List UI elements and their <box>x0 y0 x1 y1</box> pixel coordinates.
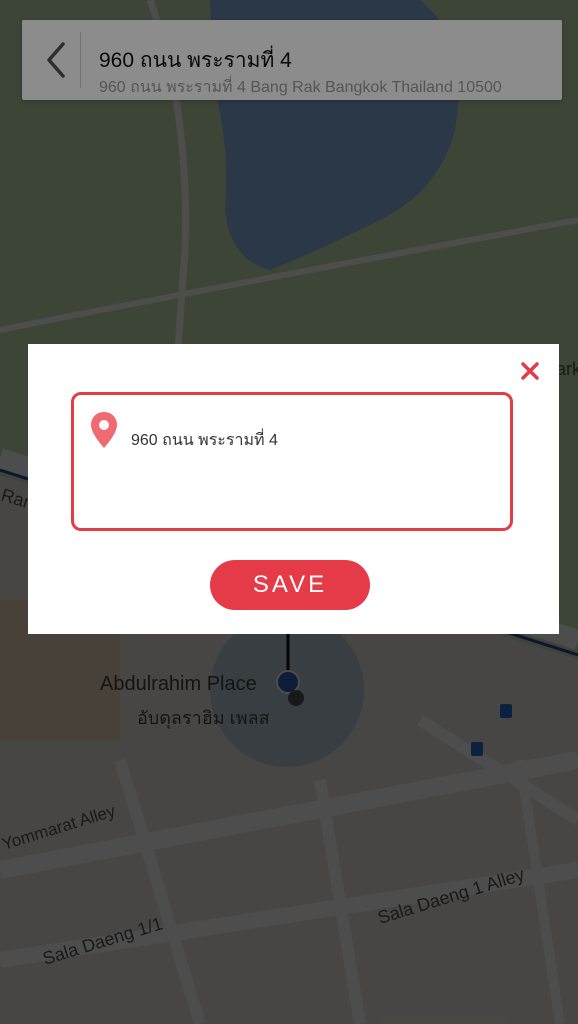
close-icon <box>521 362 539 380</box>
location-pin-icon <box>91 412 117 448</box>
address-dialog: 960 ถนน พระรามที่ 4 SAVE <box>28 344 559 634</box>
address-value: 960 ถนน พระรามที่ 4 <box>131 432 278 449</box>
address-field[interactable]: 960 ถนน พระรามที่ 4 <box>71 392 513 531</box>
save-button[interactable]: SAVE <box>210 560 370 610</box>
close-button[interactable] <box>515 356 545 386</box>
